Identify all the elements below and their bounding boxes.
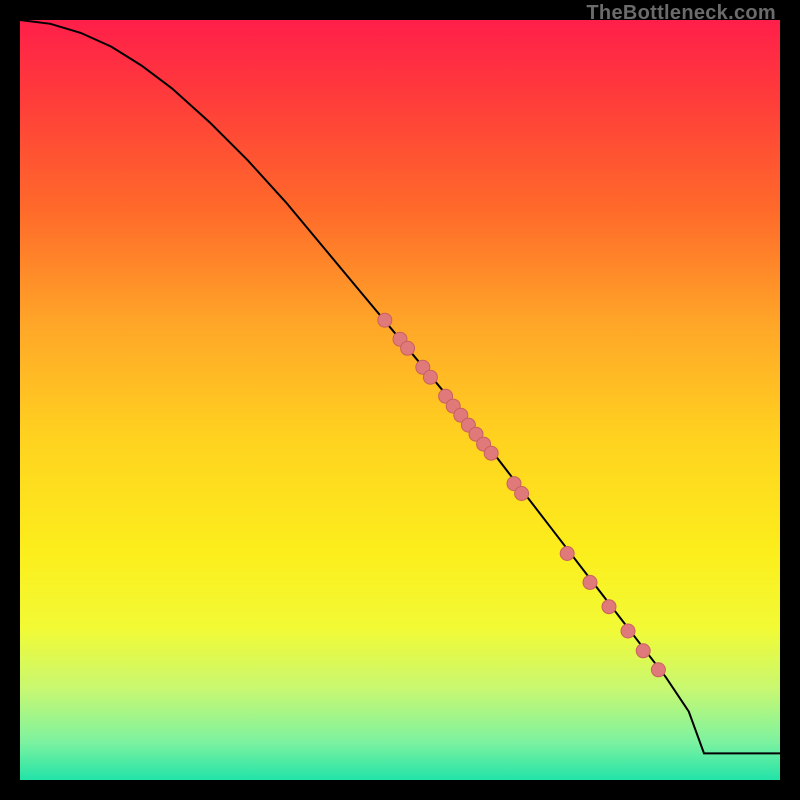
data-point <box>515 487 529 501</box>
chart-curve <box>20 20 780 753</box>
data-point <box>651 663 665 677</box>
data-point <box>621 624 635 638</box>
data-point <box>583 575 597 589</box>
data-point <box>484 446 498 460</box>
data-point <box>560 547 574 561</box>
chart-overlay <box>0 0 800 800</box>
data-point <box>636 644 650 658</box>
chart-frame: TheBottleneck.com <box>0 0 800 800</box>
data-point <box>378 313 392 327</box>
data-point <box>423 370 437 384</box>
data-point <box>401 341 415 355</box>
data-point <box>602 600 616 614</box>
